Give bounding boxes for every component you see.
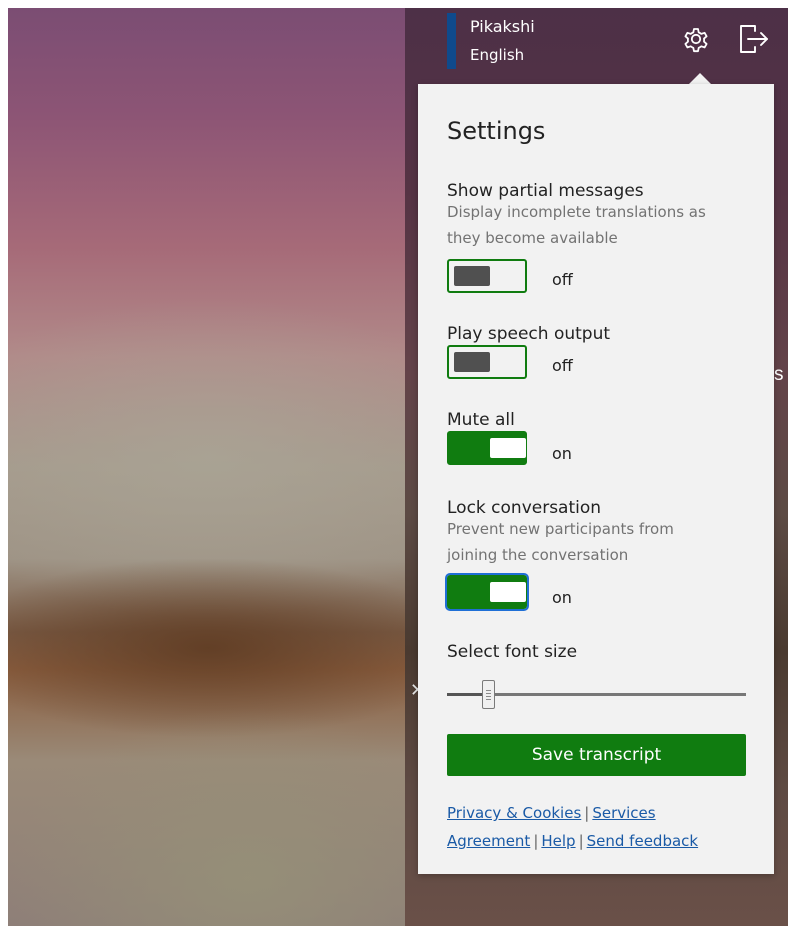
mute-all-label: Mute all	[447, 410, 515, 430]
speech-output-toggle[interactable]	[447, 345, 527, 379]
slider-grip-line	[486, 690, 492, 691]
lock-conversation-toggle[interactable]	[445, 573, 529, 611]
sign-out-icon	[740, 25, 768, 53]
font-size-label: Select font size	[447, 642, 578, 662]
mute-all-toggle[interactable]	[447, 431, 527, 465]
current-user: Pikakshi English	[447, 13, 647, 69]
slider-grip-line	[486, 696, 492, 697]
toggle-knob	[454, 352, 490, 372]
footer-links-row: Privacy & Cookies | Services	[447, 799, 757, 827]
save-transcript-button[interactable]: Save transcript	[447, 734, 746, 776]
partial-messages-state: off	[552, 270, 573, 289]
user-name: Pikakshi	[470, 17, 535, 36]
lock-conversation-description: Prevent new participants from joining th…	[447, 516, 674, 568]
lock-conversation-description-line: Prevent new participants from	[447, 520, 674, 538]
user-language: English	[470, 46, 525, 64]
footer-links-row: Agreement | Help | Send feedback	[447, 827, 757, 855]
lock-conversation-description-line: joining the conversation	[447, 546, 629, 564]
speech-output-state: off	[552, 356, 573, 375]
services-agreement-link-continued[interactable]: Agreement	[447, 832, 530, 850]
partial-messages-label: Show partial messages	[447, 181, 644, 201]
footer-separator: |	[578, 832, 584, 850]
app-window: s ✕ Pikakshi English Settings Show parti…	[8, 8, 788, 926]
background-partial-text: s	[774, 364, 784, 385]
partial-messages-toggle[interactable]	[447, 259, 527, 293]
lock-conversation-state: on	[552, 588, 572, 607]
font-size-slider-thumb[interactable]	[482, 680, 496, 709]
services-agreement-link[interactable]: Services	[592, 804, 655, 822]
toggle-knob	[454, 266, 490, 286]
partial-messages-description-line: Display incomplete translations as	[447, 203, 706, 221]
toggle-knob	[490, 582, 526, 602]
speech-output-label: Play speech output	[447, 324, 611, 344]
user-color-bar	[447, 13, 456, 69]
footer-separator: |	[533, 832, 539, 850]
partial-messages-description-line: they become available	[447, 229, 618, 247]
toggle-knob	[490, 438, 526, 458]
sign-out-button[interactable]	[734, 20, 772, 58]
help-link[interactable]: Help	[541, 832, 575, 850]
privacy-cookies-link[interactable]: Privacy & Cookies	[447, 804, 581, 822]
settings-panel: Settings Show partial messages Display i…	[418, 84, 774, 874]
lock-conversation-label: Lock conversation	[447, 498, 602, 518]
mute-all-state: on	[552, 444, 572, 463]
slider-grip-line	[486, 693, 492, 694]
footer-separator: |	[584, 804, 590, 822]
send-feedback-link[interactable]: Send feedback	[587, 832, 698, 850]
slider-grip-line	[486, 699, 492, 700]
background-blur-left	[8, 8, 405, 926]
settings-button[interactable]	[677, 20, 715, 58]
settings-title: Settings	[447, 117, 546, 145]
footer-links: Privacy & Cookies | Services Agreement | Hel…	[447, 799, 757, 855]
partial-messages-description: Display incomplete translations as they …	[447, 199, 706, 251]
gear-icon	[684, 28, 708, 53]
